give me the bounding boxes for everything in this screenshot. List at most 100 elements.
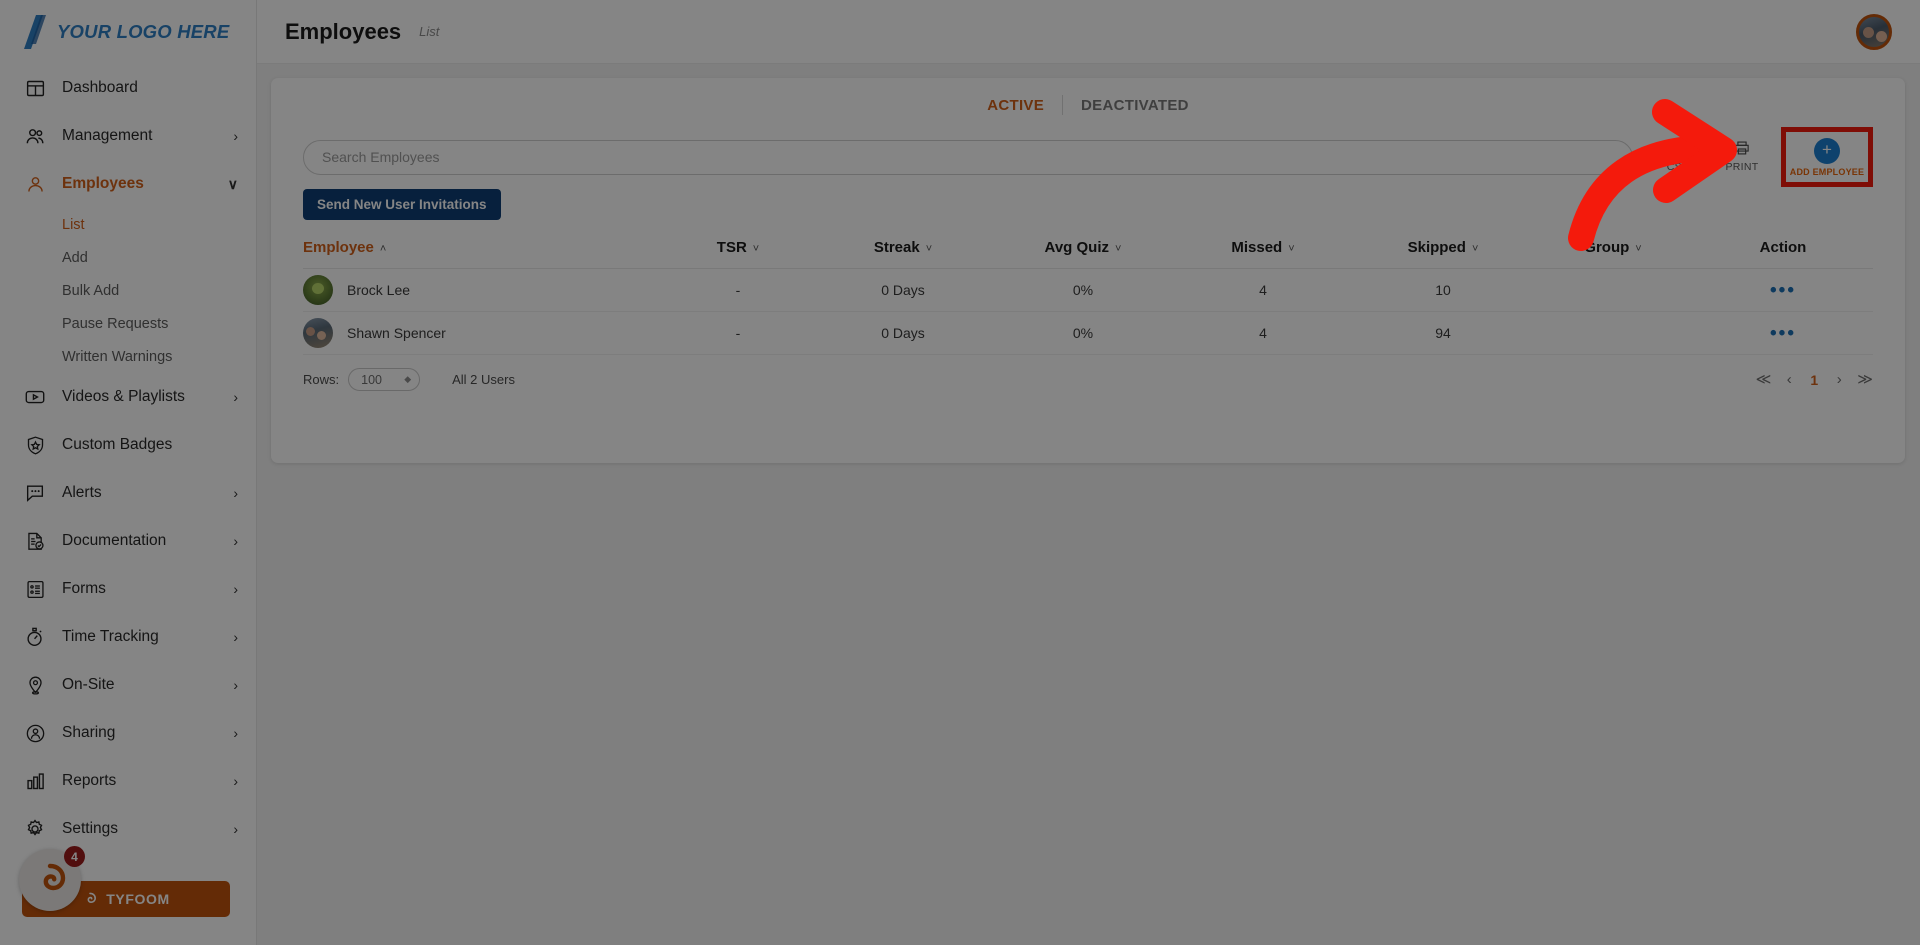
row-actions-button[interactable]: ••• [1770,323,1796,344]
sidebar-item-documentation[interactable]: Documentation › [0,517,256,565]
employees-card: ACTIVE DEACTIVATED CSV [271,78,1905,463]
export-group: CSV PRINT [1655,140,1765,175]
sidebar-subitem-add[interactable]: Add [0,241,256,274]
table-head: Employee˄ TSR˅ Streak˅ Avg Quiz˅ Missed ˅ [303,232,1873,269]
page-title: Employees [285,19,401,45]
send-new-user-invitations-button[interactable]: Send New User Invitations [303,189,501,220]
tab-active[interactable]: ACTIVE [969,97,1062,114]
column-header-action: Action [1693,232,1873,269]
sidebar-item-label: Custom Badges [62,436,238,454]
chevron-right-icon: › [233,678,238,692]
sidebar-subitem-list[interactable]: List [0,208,256,241]
sort-icon: ˅ [1635,243,1641,255]
sidebar-item-videos-playlists[interactable]: Videos & Playlists › [0,373,256,421]
cell-streak: 0 Days [813,269,993,312]
table-row[interactable]: Shawn Spencer - 0 Days 0% 4 94 ••• [303,312,1873,355]
sidebar-item-label: Alerts [62,484,233,502]
forms-icon [22,576,48,602]
avatar[interactable] [1856,14,1892,50]
sidebar-item-custom-badges[interactable]: Custom Badges [0,421,256,469]
column-header-group[interactable]: Group ˅ [1533,232,1693,269]
sidebar-subitem-pause-requests[interactable]: Pause Requests [0,307,256,340]
pagination-last-button[interactable]: ≫ [1857,372,1873,387]
map-pin-icon [22,672,48,698]
pagination-current-page[interactable]: 1 [1807,373,1821,387]
sidebar-subitem-bulk-add[interactable]: Bulk Add [0,274,256,307]
badge-icon [22,432,48,458]
column-header-tsr[interactable]: TSR˅ [663,232,813,269]
cell-tsr: - [663,312,813,355]
chevron-right-icon: › [233,534,238,548]
search-row: CSV PRINT + ADD EMPLOYEE [271,132,1905,182]
bar-chart-icon [22,768,48,794]
table-row[interactable]: Brock Lee - 0 Days 0% 4 10 ••• [303,269,1873,312]
chevron-right-icon: › [233,630,238,644]
column-header-employee[interactable]: Employee˄ [303,232,663,269]
pagination-prev-button[interactable]: ‹ [1782,372,1796,387]
column-label: Missed [1231,239,1282,256]
sidebar-item-reports[interactable]: Reports › [0,757,256,805]
sidebar-item-on-site[interactable]: On-Site › [0,661,256,709]
column-label: Group [1584,239,1629,256]
chevron-right-icon: › [233,582,238,596]
document-check-icon [22,528,48,554]
column-header-avg-quiz[interactable]: Avg Quiz˅ [993,232,1173,269]
chevron-right-icon: › [233,774,238,788]
avatar [303,318,333,348]
search-input[interactable] [303,140,1633,175]
pagination-next-button[interactable]: › [1832,372,1846,387]
sort-icon: ˅ [753,243,759,255]
pagination: ≪ ‹ 1 › ≫ [1756,372,1873,387]
video-icon [22,384,48,410]
sidebar-item-label: On-Site [62,676,233,694]
sidebar-subitem-written-warnings[interactable]: Written Warnings [0,340,256,373]
sidebar-subitem-label: Bulk Add [62,283,119,299]
csv-export-button[interactable]: CSV [1655,140,1701,173]
sort-icon: ˅ [1288,243,1294,255]
column-header-skipped[interactable]: Skipped˅ [1353,232,1533,269]
logo[interactable]: YOUR LOGO HERE [0,0,256,64]
table-body: Brock Lee - 0 Days 0% 4 10 ••• [303,269,1873,355]
sidebar-item-dashboard[interactable]: Dashboard [0,64,256,112]
table-header-row: Employee˄ TSR˅ Streak˅ Avg Quiz˅ Missed ˅ [303,232,1873,269]
invite-row: Send New User Invitations [271,182,1905,226]
sidebar-item-time-tracking[interactable]: Time Tracking › [0,613,256,661]
sidebar-item-label: Sharing [62,724,233,742]
chevron-down-icon: ∨ [228,177,238,191]
sidebar-item-settings[interactable]: Settings › [0,805,256,853]
chevron-right-icon: › [233,390,238,404]
sidebar-item-management[interactable]: Management › [0,112,256,160]
sidebar-subitem-label: Pause Requests [62,316,168,332]
sort-asc-icon: ˄ [380,243,386,255]
csv-file-icon [1668,140,1688,158]
sidebar-item-employees[interactable]: Employees ∨ [0,160,256,208]
sidebar: YOUR LOGO HERE Dashboard Management [0,0,257,945]
rows-per-page-select[interactable]: 100 ◆ [348,368,420,391]
sidebar-item-forms[interactable]: Forms › [0,565,256,613]
cell-group [1533,312,1693,355]
row-actions-button[interactable]: ••• [1770,280,1796,301]
sidebar-item-label: Time Tracking [62,628,233,646]
cell-tsr: - [663,269,813,312]
pagination-first-button[interactable]: ≪ [1756,372,1772,387]
logo-text: YOUR LOGO HERE [57,21,229,43]
print-button[interactable]: PRINT [1719,140,1765,173]
column-header-streak[interactable]: Streak˅ [813,232,993,269]
app-root: YOUR LOGO HERE Dashboard Management [0,0,1920,945]
add-employee-label: ADD EMPLOYEE [1790,167,1864,177]
add-employee-button[interactable]: + ADD EMPLOYEE [1781,127,1873,187]
sidebar-item-sharing[interactable]: Sharing › [0,709,256,757]
cell-missed: 4 [1173,312,1353,355]
cell-action: ••• [1693,312,1873,355]
sidebar-subitem-label: List [62,217,85,233]
sidebar-item-alerts[interactable]: Alerts › [0,469,256,517]
chevron-right-icon: › [233,726,238,740]
cell-avg-quiz: 0% [993,269,1173,312]
sidebar-item-label: Management [62,127,233,145]
tyfoom-label: TYFOOM [106,891,169,907]
column-header-missed[interactable]: Missed ˅ [1173,232,1353,269]
tab-deactivated[interactable]: DEACTIVATED [1063,97,1207,114]
content-area: ACTIVE DEACTIVATED CSV [257,64,1920,945]
tyfoom-notification[interactable]: 4 [19,849,81,911]
chevron-updown-icon: ◆ [404,374,411,385]
